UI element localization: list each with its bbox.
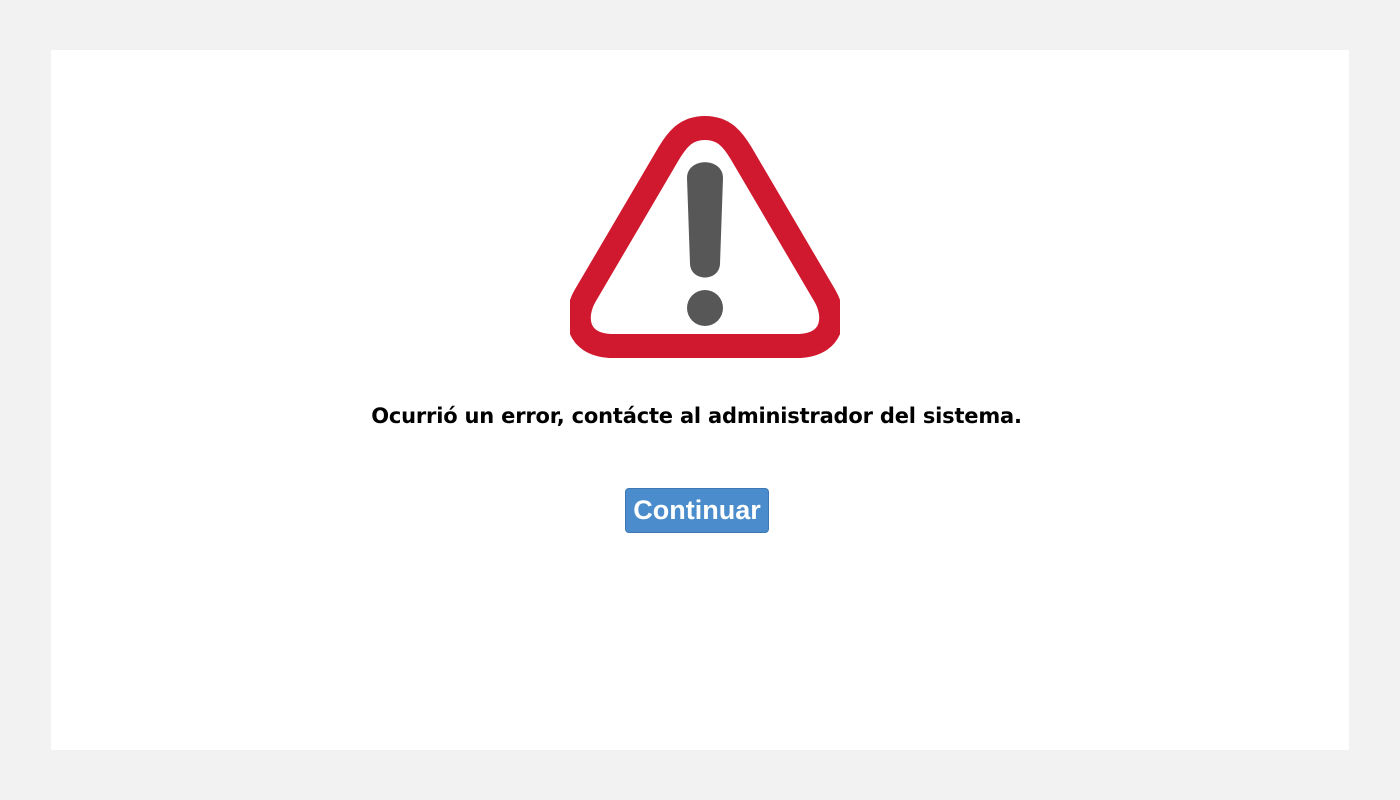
exclamation-dot: [687, 290, 723, 326]
warning-triangle-icon: [570, 116, 840, 358]
exclamation-bar: [687, 162, 723, 278]
continue-button[interactable]: Continuar: [625, 488, 769, 533]
error-message: Ocurrió un error, contácte al administra…: [371, 404, 1022, 428]
